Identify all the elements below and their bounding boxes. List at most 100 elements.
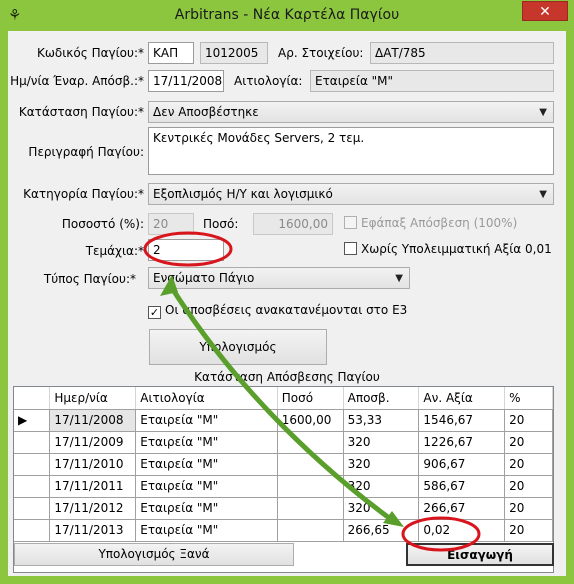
reason-label: Αιτιολογία:	[234, 74, 303, 88]
percent-field: 20	[148, 213, 194, 235]
table-row[interactable]: ▶ 17/11/2008 Εταιρεία "Μ" 1600,00 53,33 …	[14, 409, 553, 432]
type-dropdown-value: Ενσώματο Πάγιο	[153, 271, 255, 285]
table-row[interactable]: 17/11/2011 Εταιρεία "Μ" 320 586,67 20	[14, 475, 553, 498]
cell-depreciation[interactable]: 266,65	[343, 519, 420, 542]
cell-depreciation[interactable]: 53,33	[343, 409, 420, 432]
no-residual-label: Χωρίς Υπολειμματική Αξία 0,01	[361, 242, 552, 256]
cell-net-value[interactable]: 1546,67	[418, 409, 506, 432]
cell-depreciation[interactable]: 320	[343, 453, 420, 476]
row-header	[14, 475, 51, 498]
no-residual-checkbox[interactable]: Χωρίς Υπολειμματική Αξία 0,01	[344, 242, 552, 256]
cell-reason[interactable]: Εταιρεία "Μ"	[135, 431, 278, 454]
col-percent[interactable]: %	[504, 387, 553, 410]
cell-reason[interactable]: Εταιρεία "Μ"	[135, 409, 278, 432]
chevron-down-icon: ▼	[539, 189, 547, 200]
form-area: Κωδικός Παγίου:* ΚΑΠ 1012005 Αρ. Στοιχεί…	[8, 31, 566, 576]
col-net-value[interactable]: Αν. Αξία	[418, 387, 506, 410]
cell-net-value[interactable]: 906,67	[418, 453, 506, 476]
start-date-label: Ημ/νία Έναρ. Απόσβ.:*	[10, 74, 144, 88]
reason-field: Εταιρεία "Μ"	[310, 70, 554, 92]
insert-button[interactable]: Εισαγωγή	[406, 543, 554, 566]
close-button[interactable]: ✕	[522, 1, 568, 21]
cell-date[interactable]: 17/11/2013	[49, 519, 137, 542]
cell-percent[interactable]: 20	[504, 431, 553, 454]
cell-net-value[interactable]: 0,02	[418, 519, 506, 542]
category-dropdown-value: Εξοπλισμός Η/Υ και λογισμικό	[153, 187, 333, 201]
cell-date[interactable]: 17/11/2008	[49, 409, 137, 432]
row-header	[14, 431, 51, 454]
col-reason[interactable]: Αιτιολογία	[135, 387, 278, 410]
cell-amount[interactable]: 1600,00	[277, 409, 344, 432]
table-row[interactable]: 17/11/2010 Εταιρεία "Μ" 320 906,67 20	[14, 453, 553, 476]
check-icon: ✓	[148, 306, 161, 319]
redistribute-label: Οι αποσβέσεις ανακατανέμονται στο Ε3	[165, 303, 408, 317]
cell-amount[interactable]	[277, 453, 344, 476]
onetime-checkbox: Εφάπαξ Απόσβεση (100%)	[344, 216, 517, 230]
cell-date[interactable]: 17/11/2009	[49, 431, 137, 454]
table-row[interactable]: 17/11/2012 Εταιρεία "Μ" 320 266,67 20	[14, 497, 553, 520]
cell-reason[interactable]: Εταιρεία "Μ"	[135, 519, 278, 542]
cell-date[interactable]: 17/11/2012	[49, 497, 137, 520]
row-pointer-icon: ▶	[14, 409, 51, 432]
recalc-button[interactable]: Υπολογισμός Ξανά	[14, 543, 294, 566]
table-row[interactable]: 17/11/2009 Εταιρεία "Μ" 320 1226,67 20	[14, 431, 553, 454]
cell-amount[interactable]	[277, 519, 344, 542]
category-dropdown[interactable]: Εξοπλισμός Η/Υ και λογισμικό ▼	[148, 183, 554, 205]
cell-date[interactable]: 17/11/2011	[49, 475, 137, 498]
description-textarea[interactable]: Κεντρικές Μονάδες Servers, 2 τεμ.	[148, 127, 554, 175]
cell-net-value[interactable]: 266,67	[418, 497, 506, 520]
cell-net-value[interactable]: 1226,67	[418, 431, 506, 454]
row-header	[14, 497, 51, 520]
cell-percent[interactable]: 20	[504, 475, 553, 498]
pieces-label: Τεμάχια:*	[85, 244, 144, 258]
chevron-down-icon: ▼	[395, 273, 403, 284]
row-header	[14, 519, 51, 542]
pieces-field[interactable]: 2	[148, 239, 224, 261]
cell-percent[interactable]: 20	[504, 409, 553, 432]
code-number-field: 1012005	[200, 42, 268, 64]
table-row[interactable]: 17/11/2013 Εταιρεία "Μ" 266,65 0,02 20	[14, 519, 553, 542]
redistribute-checkbox[interactable]: ✓ Οι αποσβέσεις ανακατανέμονται στο Ε3	[148, 303, 407, 319]
asset-no-field: ΔΑΤ/785	[370, 42, 554, 64]
percent-label: Ποσοστό (%):	[61, 217, 144, 231]
checkbox-box	[344, 216, 357, 229]
code-prefix-field[interactable]: ΚΑΠ	[148, 42, 194, 64]
chevron-down-icon: ▼	[539, 107, 547, 118]
onetime-label: Εφάπαξ Απόσβεση (100%)	[361, 216, 518, 230]
col-depreciation[interactable]: Αποσβ.	[343, 387, 420, 410]
calculate-button[interactable]: Υπολογισμός	[149, 329, 327, 365]
description-label: Περιγραφή Παγίου:	[28, 145, 144, 159]
window-title: Arbitrans - Νέα Καρτέλα Παγίου	[174, 7, 400, 23]
title-bar: ⚘ Arbitrans - Νέα Καρτέλα Παγίου ✕	[0, 0, 574, 31]
row-header-corner	[14, 387, 51, 410]
type-label: Τύπος Παγίου:*	[43, 272, 136, 286]
cell-amount[interactable]	[277, 431, 344, 454]
amount-label: Ποσό:	[203, 217, 239, 231]
cell-reason[interactable]: Εταιρεία "Μ"	[135, 453, 278, 476]
col-amount[interactable]: Ποσό	[277, 387, 344, 410]
cell-depreciation[interactable]: 320	[343, 431, 420, 454]
cell-percent[interactable]: 20	[504, 497, 553, 520]
start-date-field[interactable]: 17/11/2008	[148, 70, 224, 92]
status-label: Κατάσταση Παγίου:*	[18, 105, 144, 119]
cell-percent[interactable]: 20	[504, 453, 553, 476]
cell-reason[interactable]: Εταιρεία "Μ"	[135, 497, 278, 520]
type-dropdown[interactable]: Ενσώματο Πάγιο ▼	[148, 267, 410, 289]
category-label: Κατηγορία Παγίου:*	[23, 187, 144, 201]
grid-header-row: Ημερ/νία Αιτιολογία Ποσό Αποσβ. Αν. Αξία…	[14, 387, 553, 410]
cell-depreciation[interactable]: 320	[343, 475, 420, 498]
checkbox-box	[344, 242, 357, 255]
cell-reason[interactable]: Εταιρεία "Μ"	[135, 475, 278, 498]
app-window: ⚘ Arbitrans - Νέα Καρτέλα Παγίου ✕ Κωδικ…	[0, 0, 574, 584]
cell-net-value[interactable]: 586,67	[418, 475, 506, 498]
cell-depreciation[interactable]: 320	[343, 497, 420, 520]
asset-no-label: Αρ. Στοιχείου:	[278, 46, 364, 60]
code-label: Κωδικός Παγίου:*	[36, 46, 144, 60]
cell-amount[interactable]	[277, 475, 344, 498]
status-dropdown-value: Δεν Αποσβέστηκε	[153, 105, 259, 119]
cell-date[interactable]: 17/11/2010	[49, 453, 137, 476]
col-date[interactable]: Ημερ/νία	[49, 387, 137, 410]
cell-percent[interactable]: 20	[504, 519, 553, 542]
status-dropdown[interactable]: Δεν Αποσβέστηκε ▼	[148, 101, 554, 123]
cell-amount[interactable]	[277, 497, 344, 520]
